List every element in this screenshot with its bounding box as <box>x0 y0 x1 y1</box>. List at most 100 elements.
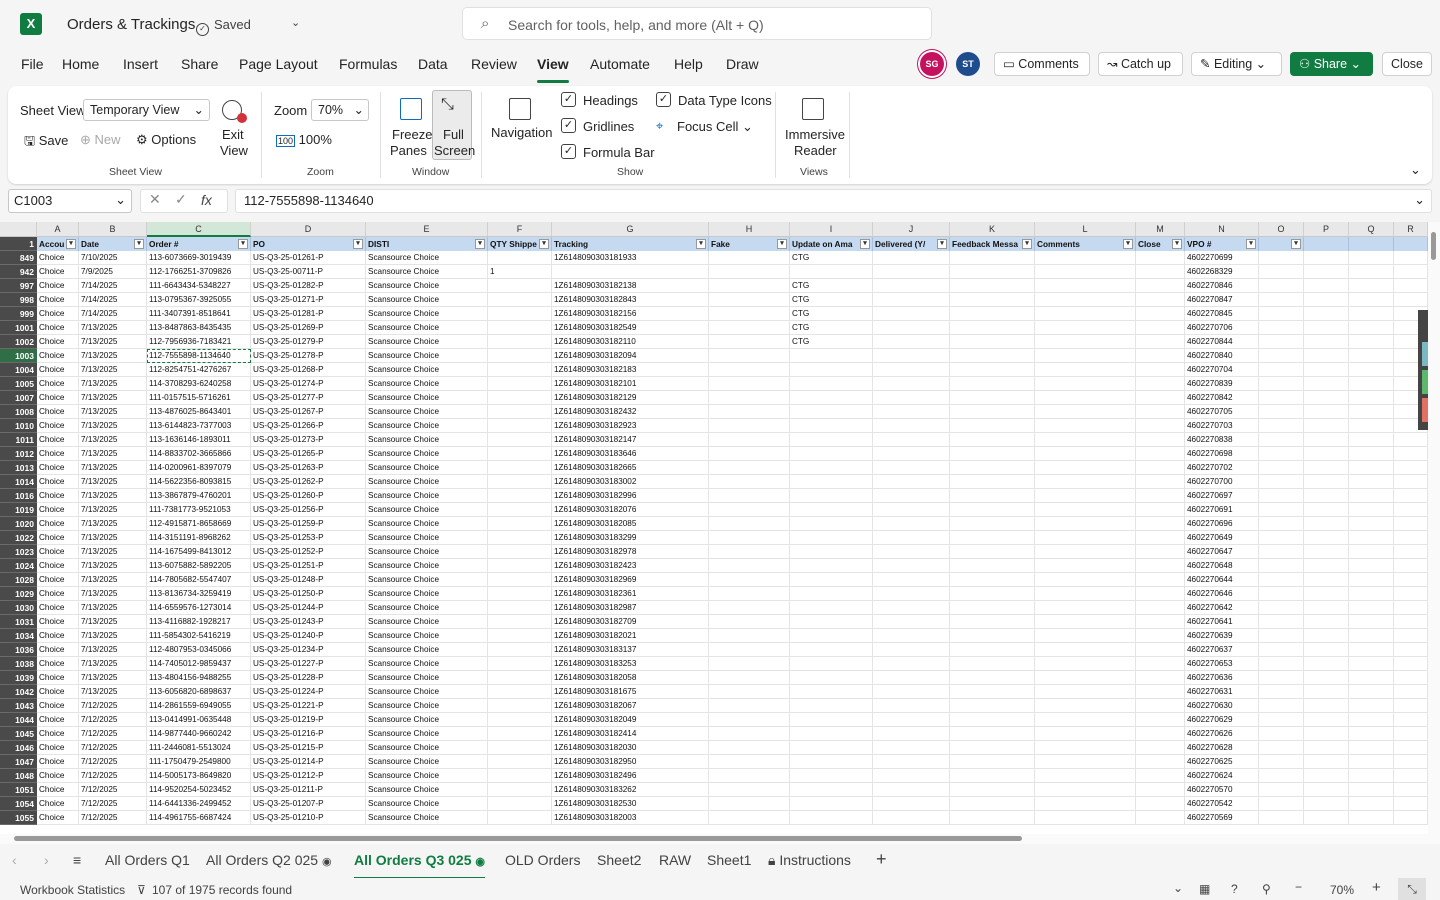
table-cell[interactable] <box>873 391 950 405</box>
table-cell[interactable] <box>1394 433 1428 447</box>
table-cell[interactable]: 4602270699 <box>1185 251 1259 265</box>
table-cell[interactable] <box>950 671 1035 685</box>
row-header[interactable]: 1019 <box>0 503 37 517</box>
table-cell[interactable] <box>790 419 873 433</box>
tab-all-orders-q2[interactable]: All Orders Q2 025 ◉ <box>206 852 332 868</box>
table-cell[interactable]: 4602270626 <box>1185 727 1259 741</box>
table-cell[interactable]: 113-6073669-3019439 <box>147 251 251 265</box>
table-cell[interactable]: 4602270625 <box>1185 755 1259 769</box>
table-cell[interactable]: 1Z6148090303182530 <box>552 797 709 811</box>
table-cell[interactable]: 112-1766251-3709826 <box>147 265 251 279</box>
table-cell[interactable] <box>950 531 1035 545</box>
table-cell[interactable] <box>873 559 950 573</box>
table-cell[interactable]: 1Z6148090303182996 <box>552 489 709 503</box>
table-cell[interactable] <box>873 321 950 335</box>
focus-cell-button[interactable]: Focus Cell ⌄ <box>677 119 753 135</box>
table-cell[interactable] <box>873 671 950 685</box>
table-cell[interactable] <box>488 503 552 517</box>
table-cell[interactable] <box>1304 797 1349 811</box>
table-cell[interactable] <box>873 517 950 531</box>
table-cell[interactable]: 111-7381773-9521053 <box>147 503 251 517</box>
table-cell[interactable] <box>709 517 790 531</box>
table-cell[interactable]: 4602270702 <box>1185 461 1259 475</box>
table-cell[interactable] <box>1349 559 1394 573</box>
table-cell[interactable]: 7/13/2025 <box>79 475 147 489</box>
table-cell[interactable]: 7/14/2025 <box>79 293 147 307</box>
normal-view-icon[interactable]: ▦ <box>1199 882 1210 896</box>
table-cell[interactable] <box>873 587 950 601</box>
table-cell[interactable] <box>1349 545 1394 559</box>
table-cell[interactable] <box>709 349 790 363</box>
table-cell[interactable]: Scansource Choice <box>366 461 488 475</box>
table-cell[interactable] <box>1259 713 1304 727</box>
table-cell[interactable] <box>873 265 950 279</box>
table-cell[interactable] <box>1349 755 1394 769</box>
scroll-thumb[interactable] <box>14 836 1022 841</box>
table-cell[interactable] <box>1349 727 1394 741</box>
table-cell[interactable]: 7/12/2025 <box>79 783 147 797</box>
table-cell[interactable] <box>873 755 950 769</box>
table-cell[interactable]: 1Z6148090303182987 <box>552 601 709 615</box>
table-cell[interactable] <box>1394 461 1428 475</box>
table-cell[interactable] <box>950 685 1035 699</box>
table-cell[interactable] <box>1259 279 1304 293</box>
table-cell[interactable] <box>1259 251 1304 265</box>
table-cell[interactable] <box>1304 433 1349 447</box>
table-cell[interactable] <box>873 447 950 461</box>
table-cell[interactable]: 112-7956936-7183421 <box>147 335 251 349</box>
table-cell[interactable] <box>1394 503 1428 517</box>
table-cell[interactable] <box>950 727 1035 741</box>
table-cell[interactable] <box>1304 559 1349 573</box>
table-cell[interactable]: Scansource Choice <box>366 307 488 321</box>
table-cell[interactable]: US-Q3-25-01259-P <box>251 517 366 531</box>
table-header-cell[interactable]: PO ▾ <box>251 237 366 251</box>
row-header[interactable]: 1004 <box>0 363 37 377</box>
avatar-sg[interactable]: SG <box>920 52 944 76</box>
table-cell[interactable] <box>1259 699 1304 713</box>
table-cell[interactable] <box>1304 769 1349 783</box>
table-cell[interactable]: US-Q3-25-01224-P <box>251 685 366 699</box>
table-cell[interactable] <box>1035 601 1136 615</box>
row-header[interactable]: 1044 <box>0 713 37 727</box>
row-header[interactable]: 1005 <box>0 377 37 391</box>
table-cell[interactable] <box>488 531 552 545</box>
table-cell[interactable] <box>488 251 552 265</box>
table-cell[interactable] <box>1259 349 1304 363</box>
table-cell[interactable]: Choice <box>37 307 79 321</box>
table-cell[interactable]: 7/12/2025 <box>79 713 147 727</box>
table-cell[interactable]: 4602270840 <box>1185 349 1259 363</box>
chevron-down-icon[interactable]: ⌄ <box>291 16 300 29</box>
table-cell[interactable]: Choice <box>37 251 79 265</box>
table-cell[interactable] <box>1394 769 1428 783</box>
table-cell[interactable] <box>1259 755 1304 769</box>
zoom-100-button[interactable]: 100 100% <box>276 132 332 147</box>
table-cell[interactable] <box>709 769 790 783</box>
table-cell[interactable]: Choice <box>37 447 79 461</box>
table-cell[interactable] <box>709 405 790 419</box>
table-cell[interactable] <box>1259 671 1304 685</box>
table-header-cell[interactable]: Order # ▾ <box>147 237 251 251</box>
table-cell[interactable] <box>873 433 950 447</box>
table-cell[interactable] <box>950 755 1035 769</box>
table-cell[interactable] <box>1035 545 1136 559</box>
filter-dropdown-icon[interactable]: ▾ <box>66 239 76 249</box>
enter-icon[interactable]: ✓ <box>175 191 187 208</box>
table-cell[interactable] <box>950 517 1035 531</box>
table-cell[interactable]: Scansource Choice <box>366 741 488 755</box>
table-cell[interactable] <box>1259 335 1304 349</box>
table-cell[interactable] <box>1136 461 1185 475</box>
row-header[interactable]: 997 <box>0 279 37 293</box>
table-cell[interactable]: 4602270542 <box>1185 797 1259 811</box>
table-cell[interactable]: CTG <box>790 335 873 349</box>
table-cell[interactable] <box>950 447 1035 461</box>
row-header[interactable]: 1020 <box>0 517 37 531</box>
table-cell[interactable]: 7/13/2025 <box>79 419 147 433</box>
table-cell[interactable] <box>950 503 1035 517</box>
table-cell[interactable]: 1Z6148090303183262 <box>552 783 709 797</box>
table-cell[interactable]: Choice <box>37 755 79 769</box>
document-title[interactable]: Orders & Trackings <box>67 16 195 33</box>
gridlines-checkbox[interactable]: ✓ <box>561 118 576 133</box>
table-cell[interactable] <box>1304 657 1349 671</box>
row-header[interactable]: 1045 <box>0 727 37 741</box>
table-cell[interactable] <box>1136 755 1185 769</box>
